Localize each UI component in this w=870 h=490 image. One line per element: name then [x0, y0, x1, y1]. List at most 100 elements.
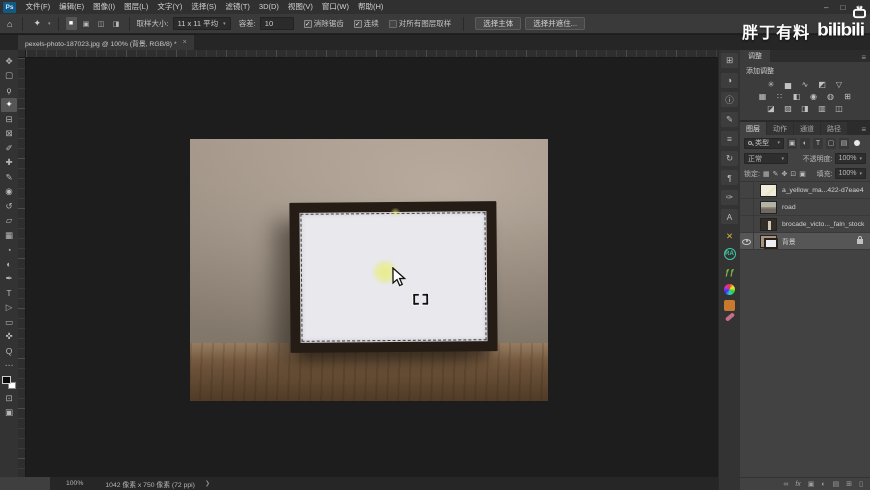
layer-thumbnail[interactable]: [760, 235, 777, 248]
photo-filter-icon[interactable]: ◉: [808, 91, 820, 101]
subtract-selection-mode-button[interactable]: ◫: [96, 17, 107, 30]
layer-row[interactable]: a_yellow_ma...422-d7eae4: [740, 182, 870, 199]
document-tab[interactable]: pexels-photo-187023.jpg @ 100% (背景, RGB/…: [18, 35, 194, 50]
menu-select[interactable]: 选择(S): [187, 0, 221, 14]
levels-icon[interactable]: ▅: [782, 79, 794, 89]
gradient-map-icon[interactable]: ▥: [816, 103, 828, 113]
tab-channels[interactable]: 通道: [794, 122, 820, 135]
select-subject-button[interactable]: 选择主体: [475, 17, 521, 30]
healing-brush-tool[interactable]: ✚: [1, 156, 17, 171]
menu-type[interactable]: 文字(Y): [153, 0, 187, 14]
screen-mode-button[interactable]: ▣: [1, 406, 17, 421]
canvas-area[interactable]: [18, 50, 718, 477]
brush-settings-panel-icon[interactable]: ✎: [721, 112, 738, 127]
layer-row[interactable]: road: [740, 199, 870, 216]
tab-actions[interactable]: 动作: [767, 122, 793, 135]
tab-layers[interactable]: 图层: [740, 122, 766, 135]
opacity-field[interactable]: 100% ▾: [835, 153, 866, 164]
dodge-tool[interactable]: ◐: [1, 257, 17, 272]
color-balance-icon[interactable]: ∷: [774, 91, 786, 101]
tab-adjustments[interactable]: 调整: [740, 50, 770, 62]
history-brush-tool[interactable]: ↺: [1, 199, 17, 214]
channel-mixer-icon[interactable]: ◍: [825, 91, 837, 101]
delete-layer-icon[interactable]: ▯: [859, 480, 863, 488]
hue-saturation-icon[interactable]: ▦: [757, 91, 769, 101]
layer-thumbnail[interactable]: [760, 201, 777, 214]
type-tool[interactable]: T: [1, 286, 17, 301]
tab-paths[interactable]: 路径: [821, 122, 847, 135]
menu-view[interactable]: 视图(V): [283, 0, 317, 14]
clone-stamp-tool[interactable]: ◉: [1, 185, 17, 200]
path-selection-tool[interactable]: ▷: [1, 301, 17, 316]
sample-size-dropdown[interactable]: 11 x 11 平均 ▾: [173, 17, 231, 30]
magic-wand-preset-icon[interactable]: ✦: [30, 18, 44, 29]
threshold-icon[interactable]: ◨: [799, 103, 811, 113]
color-swatches[interactable]: [2, 376, 16, 389]
lasso-tool[interactable]: ϙ: [1, 83, 17, 98]
move-tool[interactable]: ✥: [1, 54, 17, 69]
color-lookup-icon[interactable]: ⊞: [842, 91, 854, 101]
lock-pixels-icon[interactable]: ✎: [773, 170, 779, 178]
lock-position-icon[interactable]: ✥: [781, 170, 787, 178]
toolbar-ellipsis[interactable]: ⋯: [1, 359, 17, 374]
new-group-icon[interactable]: ▤: [833, 480, 840, 488]
visibility-toggle[interactable]: [740, 182, 754, 198]
info-panel-icon[interactable]: ⓘ: [721, 92, 738, 107]
clone-source-panel-icon[interactable]: ⊞: [721, 53, 738, 68]
smart-object-filter-icon[interactable]: ▤: [839, 138, 849, 149]
intersect-selection-mode-button[interactable]: ◨: [111, 17, 122, 30]
magic-wand-tool[interactable]: ✦: [1, 98, 17, 113]
panel-menu-icon[interactable]: ≡: [861, 53, 870, 62]
properties-panel-icon[interactable]: ≡: [721, 131, 738, 146]
menu-file[interactable]: 文件(F): [21, 0, 55, 14]
curves-icon[interactable]: ∿: [799, 79, 811, 89]
fill-field[interactable]: 100% ▾: [835, 168, 866, 179]
marquee-tool[interactable]: ▢: [1, 69, 17, 84]
paragraph-panel-icon[interactable]: ¶: [721, 170, 738, 185]
pixel-filter-icon[interactable]: ▣: [787, 138, 797, 149]
status-chevron-icon[interactable]: ❯: [205, 480, 210, 487]
add-selection-mode-button[interactable]: ▣: [81, 17, 92, 30]
character-panel-icon[interactable]: A: [721, 209, 738, 224]
sample-all-layers-checkbox[interactable]: 对所有图层取样: [389, 18, 452, 29]
black-white-icon[interactable]: ◧: [791, 91, 803, 101]
layer-row-background[interactable]: 背景: [740, 233, 870, 250]
menu-filter[interactable]: 滤镜(T): [221, 0, 255, 14]
posterize-icon[interactable]: ▨: [782, 103, 794, 113]
menu-window[interactable]: 窗口(W): [317, 0, 353, 14]
link-layers-icon[interactable]: ∞: [783, 481, 788, 488]
maximize-button[interactable]: □: [840, 3, 845, 12]
menu-edit[interactable]: 编辑(E): [55, 0, 89, 14]
menu-3d[interactable]: 3D(D): [254, 0, 283, 14]
brightness-contrast-icon[interactable]: ✳: [765, 79, 777, 89]
layer-row[interactable]: brocade_victo..._faln_stock: [740, 216, 870, 233]
quick-mask-button[interactable]: ⊡: [1, 391, 17, 406]
panel-menu-icon[interactable]: ≡: [857, 125, 870, 135]
layer-filter-type-dropdown[interactable]: 类型 ▾: [744, 138, 784, 149]
new-layer-icon[interactable]: ⊞: [846, 480, 852, 488]
hand-tool[interactable]: ✜: [1, 330, 17, 345]
close-icon[interactable]: ×: [183, 39, 187, 46]
vibrance-icon[interactable]: ▽: [833, 79, 845, 89]
crop-tool[interactable]: ⊟: [1, 112, 17, 127]
home-icon[interactable]: ⌂: [4, 19, 15, 29]
blend-mode-dropdown[interactable]: 正常 ▾: [744, 153, 788, 164]
minimize-button[interactable]: –: [824, 3, 828, 12]
lock-artboard-icon[interactable]: ⊡: [790, 170, 796, 178]
close-button[interactable]: ×: [857, 3, 862, 12]
menu-image[interactable]: 图像(I): [89, 0, 120, 14]
adjustments-panel-icon[interactable]: ◑: [721, 73, 738, 88]
visibility-toggle[interactable]: [740, 216, 754, 232]
brush-tool[interactable]: ✎: [1, 170, 17, 185]
plugin-orange-icon[interactable]: [724, 300, 735, 311]
new-adjustment-icon[interactable]: ◐: [821, 481, 825, 488]
frame-tool[interactable]: ⊠: [1, 127, 17, 142]
eyedropper-tool[interactable]: ✐: [1, 141, 17, 156]
zoom-tool[interactable]: Q: [1, 344, 17, 359]
layer-thumbnail[interactable]: [760, 184, 777, 197]
history-panel-icon[interactable]: ↻: [721, 151, 738, 166]
contiguous-checkbox[interactable]: ✓ 连续: [354, 18, 379, 29]
shape-filter-icon[interactable]: ▢: [826, 138, 836, 149]
tolerance-input[interactable]: 10: [260, 17, 294, 30]
invert-icon[interactable]: ◪: [765, 103, 777, 113]
